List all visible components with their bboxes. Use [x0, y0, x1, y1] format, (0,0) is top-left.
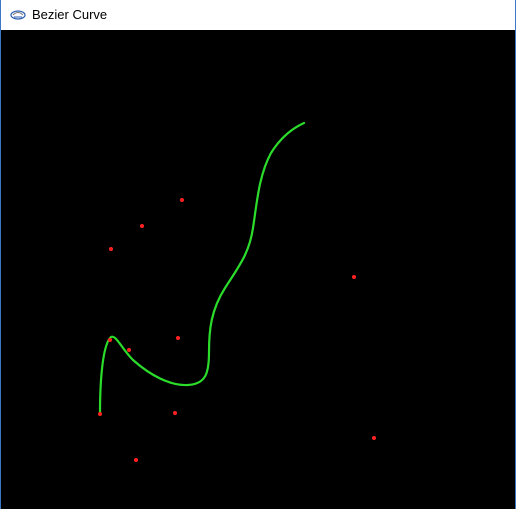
- control-points: [98, 198, 376, 462]
- title-bar[interactable]: Bezier Curve: [1, 0, 515, 30]
- control-point[interactable]: [180, 198, 184, 202]
- control-point[interactable]: [352, 275, 356, 279]
- control-point[interactable]: [98, 412, 102, 416]
- curve-canvas: [98, 121, 376, 462]
- control-point[interactable]: [109, 247, 113, 251]
- control-point[interactable]: [372, 436, 376, 440]
- control-point[interactable]: [173, 411, 177, 415]
- window-title: Bezier Curve: [32, 7, 108, 22]
- control-point[interactable]: [127, 348, 131, 352]
- app-window: Bezier Curve: [0, 0, 516, 509]
- control-point[interactable]: [108, 338, 112, 342]
- control-point[interactable]: [134, 458, 138, 462]
- bezier-curve: [98, 121, 306, 415]
- drawing-canvas[interactable]: [1, 30, 515, 509]
- control-point[interactable]: [140, 224, 144, 228]
- control-point[interactable]: [176, 336, 180, 340]
- opengl-app-icon[interactable]: [10, 8, 26, 22]
